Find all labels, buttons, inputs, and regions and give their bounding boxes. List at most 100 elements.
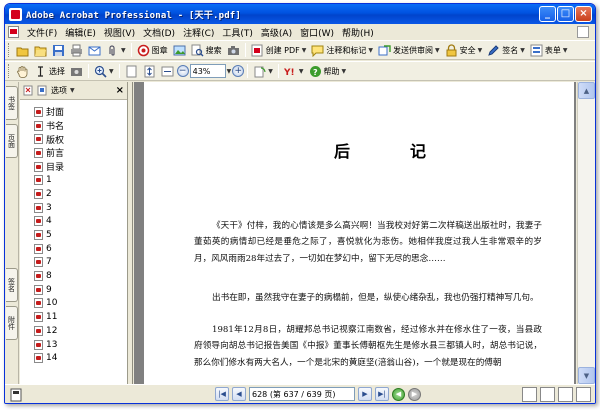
menu-window[interactable]: 窗口(W) [296, 26, 338, 39]
zoom-dropdown-arrow-icon[interactable]: ▼ [227, 68, 232, 75]
options-menu[interactable]: 选项 [51, 85, 67, 96]
bookmark-item[interactable]: 9 [20, 283, 127, 297]
attach-button[interactable]: ▼ [104, 42, 128, 58]
document-restore-icon[interactable] [577, 26, 589, 38]
open-icon [16, 47, 29, 56]
dropdown-arrow-icon: ▼ [301, 46, 307, 54]
menu-view[interactable]: 视图(V) [100, 26, 139, 39]
folder-button[interactable] [32, 42, 49, 58]
first-page-button[interactable]: |◀ [215, 387, 229, 401]
toolbar-separator [118, 64, 120, 78]
menu-advanced[interactable]: 高级(A) [257, 26, 296, 39]
bookmark-item[interactable]: 6 [20, 242, 127, 256]
zoom-out-button[interactable]: − [176, 65, 189, 77]
bookmark-item[interactable]: 10 [20, 297, 127, 311]
go-forward-button[interactable]: ▶ [408, 387, 421, 401]
bookmark-item[interactable]: 7 [20, 256, 127, 270]
camera-button[interactable] [225, 42, 242, 58]
help-icon: ? [309, 65, 321, 77]
continuous-facing-icon[interactable] [576, 387, 591, 402]
bookmark-item[interactable]: 书名 [20, 119, 127, 133]
stamp-button[interactable]: 图章 [135, 42, 170, 58]
forms-button[interactable]: 表单 ▼ [528, 42, 570, 58]
toolbar-grip[interactable] [8, 43, 11, 57]
close-button[interactable]: × [575, 6, 592, 22]
go-back-button[interactable]: ◀ [392, 387, 405, 401]
bookmark-item[interactable]: 5 [20, 228, 127, 242]
bookmark-item[interactable]: 14 [20, 351, 127, 365]
zoom-in-button[interactable]: + [232, 65, 245, 77]
snapshot-button[interactable] [68, 63, 85, 79]
menu-document[interactable]: 文档(D) [139, 26, 179, 39]
tab-bookmarks[interactable]: 书签 [6, 86, 18, 120]
menu-tools[interactable]: 工具(T) [218, 26, 257, 39]
bookmark-icon [34, 325, 43, 336]
continuous-icon[interactable] [540, 387, 555, 402]
select-tool-button[interactable]: 选择 [32, 63, 67, 79]
secure-button[interactable]: 安全 ▼ [443, 42, 485, 58]
actual-size-button[interactable] [123, 63, 140, 79]
send-review-button[interactable]: 发送供审阅 ▼ [376, 42, 442, 58]
hand-tool-button[interactable] [14, 63, 31, 79]
review-markup-button[interactable]: 注释和标记 ▼ [309, 42, 375, 58]
minimize-button[interactable]: _ [539, 6, 556, 22]
bookmark-item[interactable]: 13 [20, 338, 127, 352]
menu-file[interactable]: 文件(F) [23, 26, 61, 39]
previous-page-button[interactable]: ◀ [232, 387, 246, 401]
page-size-icon[interactable] [9, 388, 23, 402]
bookmark-item[interactable]: 11 [20, 310, 127, 324]
help-button[interactable]: ? 帮助 ▼ [307, 63, 349, 79]
title-bar[interactable]: Adobe Acrobat Professional - [天干.pdf] _ … [5, 4, 595, 24]
dropdown-arrow-icon: ▼ [341, 67, 347, 75]
zoom-level-field[interactable]: 43% [189, 64, 226, 78]
facing-icon[interactable] [558, 387, 573, 402]
panel-splitter[interactable] [128, 82, 133, 384]
zoom-tool-button[interactable]: ▼ [92, 63, 116, 79]
bookmark-item[interactable]: 封面 [20, 105, 127, 119]
save-button[interactable] [50, 42, 67, 58]
svg-text:?: ? [313, 68, 318, 77]
fit-page-button[interactable] [141, 63, 158, 79]
bookmark-item[interactable]: 2 [20, 187, 127, 201]
vertical-scrollbar[interactable]: ▲ ▼ [577, 82, 595, 384]
last-page-button[interactable]: ▶| [375, 387, 389, 401]
email-button[interactable] [86, 42, 103, 58]
new-bookmark-icon[interactable] [37, 85, 48, 96]
scroll-down-button[interactable]: ▼ [578, 367, 595, 384]
tab-attachments[interactable]: 附件 [6, 306, 18, 340]
document-view[interactable]: 后 记 《天干》付梓，我的心情该是多么高兴啊！当我校对好第二次样稿送出版社时，我… [134, 82, 576, 384]
tab-pages[interactable]: 页面 [6, 124, 18, 158]
scroll-up-button[interactable]: ▲ [578, 82, 595, 99]
image-button[interactable] [171, 42, 188, 58]
tab-signatures[interactable]: 签名 [6, 268, 18, 302]
menu-edit[interactable]: 编辑(E) [61, 26, 100, 39]
next-page-button[interactable]: ▶ [358, 387, 372, 401]
fit-width-button[interactable] [159, 63, 176, 79]
camera-icon [227, 45, 239, 55]
bookmark-item[interactable]: 前言 [20, 146, 127, 160]
toolbar-grip[interactable] [8, 64, 11, 78]
rotate-view-button[interactable]: ▼ [251, 63, 275, 79]
bookmark-item[interactable]: 3 [20, 201, 127, 215]
search-button[interactable]: 搜索 [189, 42, 224, 58]
panel-close-icon[interactable]: × [116, 85, 124, 96]
open-button[interactable] [14, 42, 31, 58]
dropdown-arrow-icon[interactable]: ▼ [70, 87, 75, 94]
bookmark-item[interactable]: 目录 [20, 160, 127, 174]
print-button[interactable] [68, 42, 85, 58]
bookmark-item[interactable]: 8 [20, 269, 127, 283]
single-page-icon[interactable] [522, 387, 537, 402]
page-number-field[interactable]: 628 (第 637 / 639 页) [249, 387, 355, 401]
menu-help[interactable]: 帮助(H) [338, 26, 378, 39]
maximize-button[interactable]: □ [557, 6, 574, 22]
create-pdf-button[interactable]: 创建 PDF ▼ [249, 42, 309, 58]
bookmark-item[interactable]: 12 [20, 324, 127, 338]
delete-bookmark-icon[interactable] [23, 85, 34, 96]
bookmark-item[interactable]: 1 [20, 173, 127, 187]
yahoo-search-button[interactable]: Y! ▼ [282, 63, 306, 79]
bookmark-item[interactable]: 4 [20, 215, 127, 229]
bookmark-item[interactable]: 版权 [20, 132, 127, 146]
sign-button[interactable]: 签名 ▼ [485, 42, 527, 58]
menu-comments[interactable]: 注释(C) [179, 26, 218, 39]
document-icon[interactable] [7, 26, 19, 38]
